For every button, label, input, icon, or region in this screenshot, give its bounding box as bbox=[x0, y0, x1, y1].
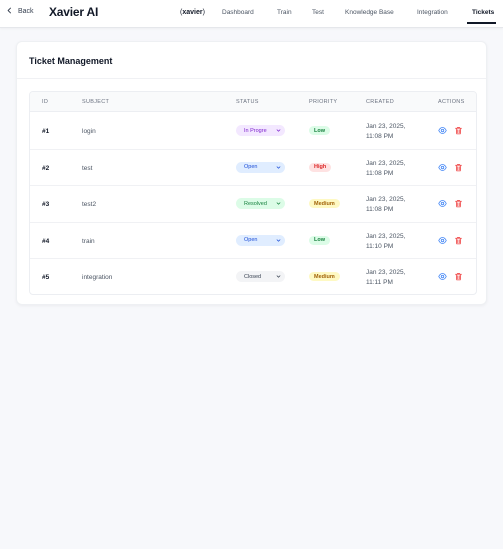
agent-name: (xavier) bbox=[180, 9, 205, 16]
ticket-id: #1 bbox=[42, 128, 50, 135]
priority-badge: Low bbox=[309, 235, 330, 245]
chevron-left-icon bbox=[6, 7, 13, 16]
eye-icon[interactable] bbox=[438, 272, 447, 281]
created-time: 11:11 PM bbox=[366, 279, 393, 287]
status-value: In Progre bbox=[244, 127, 267, 134]
created-timestamp: Jan 23, 2025, 11:08 PM bbox=[366, 195, 405, 215]
ticket-id: #2 bbox=[42, 164, 50, 172]
chevron-down-icon bbox=[276, 202, 281, 205]
ticket-subject: integration bbox=[82, 274, 113, 282]
status-select[interactable]: Closed bbox=[236, 271, 285, 283]
trash-icon[interactable] bbox=[454, 126, 463, 135]
eye-icon[interactable] bbox=[438, 236, 447, 245]
agent-name-text: xavier bbox=[182, 9, 203, 16]
status-value: Open bbox=[244, 237, 258, 244]
column-header-created: CREATED bbox=[366, 99, 394, 105]
nav-tickets[interactable]: Tickets bbox=[472, 9, 494, 16]
created-time: 11:08 PM bbox=[366, 133, 394, 140]
ticket-subject: login bbox=[82, 128, 96, 135]
table-header: ID SUBJECT STATUS PRIORITY CREATED ACTIO… bbox=[30, 92, 476, 112]
chevron-down-icon bbox=[276, 129, 281, 132]
ticket-id: #3 bbox=[42, 201, 50, 209]
nav-test[interactable]: Test bbox=[312, 9, 324, 16]
app-title: Xavier AI bbox=[49, 5, 99, 19]
priority-badge: Medium bbox=[309, 199, 340, 209]
top-navigation-bar: Back Xavier AI (xavier) Dashboard Train … bbox=[0, 0, 503, 28]
status-value: Open bbox=[244, 164, 258, 171]
ticket-id: #4 bbox=[42, 237, 50, 245]
trash-icon[interactable] bbox=[454, 163, 463, 172]
created-date: Jan 23, 2025, bbox=[366, 159, 406, 167]
active-tab-indicator bbox=[467, 22, 496, 24]
column-header-actions: ACTIONS bbox=[438, 99, 465, 105]
column-header-status: STATUS bbox=[236, 99, 259, 105]
eye-icon[interactable] bbox=[438, 126, 447, 135]
agent-close-paren: ) bbox=[202, 9, 205, 16]
nav-dashboard[interactable]: Dashboard bbox=[222, 9, 254, 16]
priority-badge: Low bbox=[309, 126, 330, 135]
chevron-down-icon bbox=[276, 165, 281, 169]
trash-icon[interactable] bbox=[454, 199, 463, 208]
status-select[interactable]: In Progre bbox=[236, 125, 285, 136]
created-timestamp: Jan 23, 2025, 11:08 PM bbox=[366, 159, 405, 179]
trash-icon[interactable] bbox=[454, 236, 463, 245]
tickets-table: ID SUBJECT STATUS PRIORITY CREATED ACTIO… bbox=[29, 91, 477, 295]
nav-knowledge-base[interactable]: Knowledge Base bbox=[345, 9, 394, 16]
table-row: #2 test Open High Jan 23, 2025, 11:08 PM bbox=[30, 150, 476, 187]
created-date: Jan 23, 2025, bbox=[366, 269, 406, 277]
created-timestamp: Jan 23, 2025, 11:08 PM bbox=[366, 122, 405, 142]
eye-icon[interactable] bbox=[438, 199, 447, 208]
card-title: Ticket Management bbox=[29, 56, 113, 66]
created-time: 11:08 PM bbox=[366, 169, 394, 177]
ticket-id: #5 bbox=[42, 274, 50, 282]
card-divider bbox=[17, 78, 486, 79]
created-date: Jan 23, 2025, bbox=[366, 232, 406, 240]
status-value: Resolved bbox=[244, 200, 267, 207]
created-time: 11:08 PM bbox=[366, 206, 394, 214]
created-timestamp: Jan 23, 2025, 11:11 PM bbox=[366, 268, 405, 288]
column-header-id: ID bbox=[42, 99, 49, 105]
table-row: #3 test2 Resolved Medium Jan 23, 2025, 1… bbox=[30, 186, 476, 223]
status-select[interactable]: Open bbox=[236, 161, 285, 173]
status-select[interactable]: Resolved bbox=[236, 198, 285, 210]
nav-integration[interactable]: Integration bbox=[417, 9, 448, 16]
created-timestamp: Jan 23, 2025, 11:10 PM bbox=[366, 232, 405, 252]
priority-badge: High bbox=[309, 162, 332, 172]
status-value: Closed bbox=[244, 273, 262, 280]
nav-train[interactable]: Train bbox=[277, 9, 292, 16]
table-row: #1 login In Progre Low Jan 23, 2025, 11:… bbox=[30, 113, 476, 150]
chevron-down-icon bbox=[276, 275, 281, 278]
column-header-subject: SUBJECT bbox=[82, 99, 110, 105]
ticket-management-card: Ticket Management ID SUBJECT STATUS PRIO… bbox=[16, 41, 487, 305]
priority-badge: Medium bbox=[309, 272, 340, 282]
chevron-down-icon bbox=[276, 239, 281, 242]
created-time: 11:10 PM bbox=[366, 242, 394, 250]
back-button[interactable]: Back bbox=[6, 7, 34, 16]
ticket-subject: test2 bbox=[82, 201, 97, 209]
back-label: Back bbox=[18, 8, 34, 15]
eye-icon[interactable] bbox=[438, 163, 447, 172]
trash-icon[interactable] bbox=[454, 272, 463, 281]
table-row: #4 train Open Low Jan 23, 2025, 11:10 PM bbox=[30, 223, 476, 260]
column-header-priority: PRIORITY bbox=[309, 99, 338, 105]
created-date: Jan 23, 2025, bbox=[366, 196, 406, 204]
created-date: Jan 23, 2025, bbox=[366, 123, 406, 130]
ticket-subject: train bbox=[82, 237, 95, 245]
status-select[interactable]: Open bbox=[236, 234, 285, 246]
table-row: #5 integration Closed Medium Jan 23, 202… bbox=[30, 259, 476, 294]
ticket-subject: test bbox=[82, 164, 93, 172]
